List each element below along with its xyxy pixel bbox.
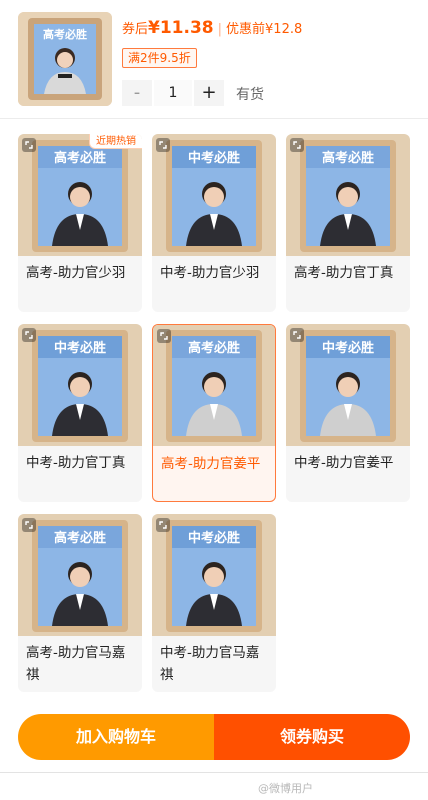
variant-label: 中考-助力官丁真	[26, 455, 126, 471]
variant-label: 高考-助力官马嘉祺	[26, 645, 126, 683]
frame-slogan: 中考必胜	[188, 150, 240, 166]
frame-slogan: 高考必胜	[54, 150, 106, 166]
decrease-quantity-button[interactable]: -	[122, 80, 152, 106]
variant-option[interactable]: 高考必胜高考-助力官丁真	[286, 134, 410, 312]
variant-option[interactable]: 高考必胜 近期热销高考-助力官少羽	[18, 134, 142, 312]
divider	[0, 118, 428, 119]
variant-label: 高考-助力官姜平	[161, 456, 261, 472]
variant-image: 中考必胜	[152, 134, 276, 256]
variant-label: 中考-助力官姜平	[294, 455, 394, 471]
variant-option[interactable]: 高考必胜高考-助力官姜平	[152, 324, 276, 502]
frame-slogan: 中考必胜	[54, 340, 106, 356]
variant-label: 高考-助力官少羽	[26, 265, 126, 281]
price-line: 券后¥11.38 | 优惠前¥12.8	[122, 18, 302, 38]
variant-image: 高考必胜	[286, 134, 410, 256]
variant-image: 中考必胜	[18, 324, 142, 446]
zoom-icon[interactable]	[157, 329, 171, 343]
variant-option[interactable]: 中考必胜中考-助力官少羽	[152, 134, 276, 312]
variant-option[interactable]: 高考必胜高考-助力官马嘉祺	[18, 514, 142, 692]
after-coupon-price: ¥11.38	[148, 18, 214, 38]
frame-slogan: 高考必胜	[322, 150, 374, 166]
variant-image: 中考必胜	[152, 514, 276, 636]
variant-label: 中考-助力官少羽	[160, 265, 260, 281]
frame-slogan: 高考必胜	[54, 530, 106, 546]
zoom-icon[interactable]	[290, 138, 304, 152]
zoom-icon[interactable]	[290, 328, 304, 342]
price-separator: |	[217, 22, 223, 37]
watermark: @微博用户	[258, 782, 313, 795]
before-coupon-price: ¥12.8	[265, 22, 303, 37]
frame-slogan: 中考必胜	[188, 530, 240, 546]
variant-option[interactable]: 中考必胜中考-助力官丁真	[18, 324, 142, 502]
action-bar: 加入购物车 领券购买	[18, 714, 410, 760]
stock-status: 有货	[236, 87, 264, 103]
zoom-icon[interactable]	[22, 138, 36, 152]
zoom-icon[interactable]	[156, 518, 170, 532]
variant-label: 中考-助力官马嘉祺	[160, 645, 260, 683]
frame-slogan: 高考必胜	[188, 340, 240, 356]
coupon-buy-button[interactable]: 领券购买	[214, 714, 410, 760]
promo-tag: 满2件9.5折	[122, 48, 197, 68]
variant-label: 高考-助力官丁真	[294, 265, 394, 281]
quantity-stepper: - 1 +	[122, 80, 224, 106]
variant-option[interactable]: 中考必胜中考-助力官马嘉祺	[152, 514, 276, 692]
increase-quantity-button[interactable]: +	[194, 80, 224, 106]
quantity-input[interactable]: 1	[154, 80, 192, 106]
variant-option[interactable]: 中考必胜中考-助力官姜平	[286, 324, 410, 502]
frame-slogan: 中考必胜	[322, 340, 374, 356]
variant-image: 高考必胜	[18, 134, 142, 256]
before-coupon-label: 优惠前	[226, 22, 266, 37]
svg-text:高考必胜: 高考必胜	[43, 27, 87, 41]
product-summary: 高考必胜 券后¥11.38 | 优惠前¥12.8 满2件9.5折 - 1 + 有货	[0, 0, 428, 118]
zoom-icon[interactable]	[156, 138, 170, 152]
after-coupon-label: 券后	[122, 22, 149, 37]
zoom-icon[interactable]	[22, 518, 36, 532]
variant-image: 高考必胜	[18, 514, 142, 636]
add-to-cart-button[interactable]: 加入购物车	[18, 714, 214, 760]
variant-image: 中考必胜	[286, 324, 410, 446]
product-thumbnail[interactable]: 高考必胜	[18, 12, 112, 106]
divider	[0, 772, 428, 773]
zoom-icon[interactable]	[22, 328, 36, 342]
hot-sale-tag: 近期热销	[89, 134, 142, 149]
